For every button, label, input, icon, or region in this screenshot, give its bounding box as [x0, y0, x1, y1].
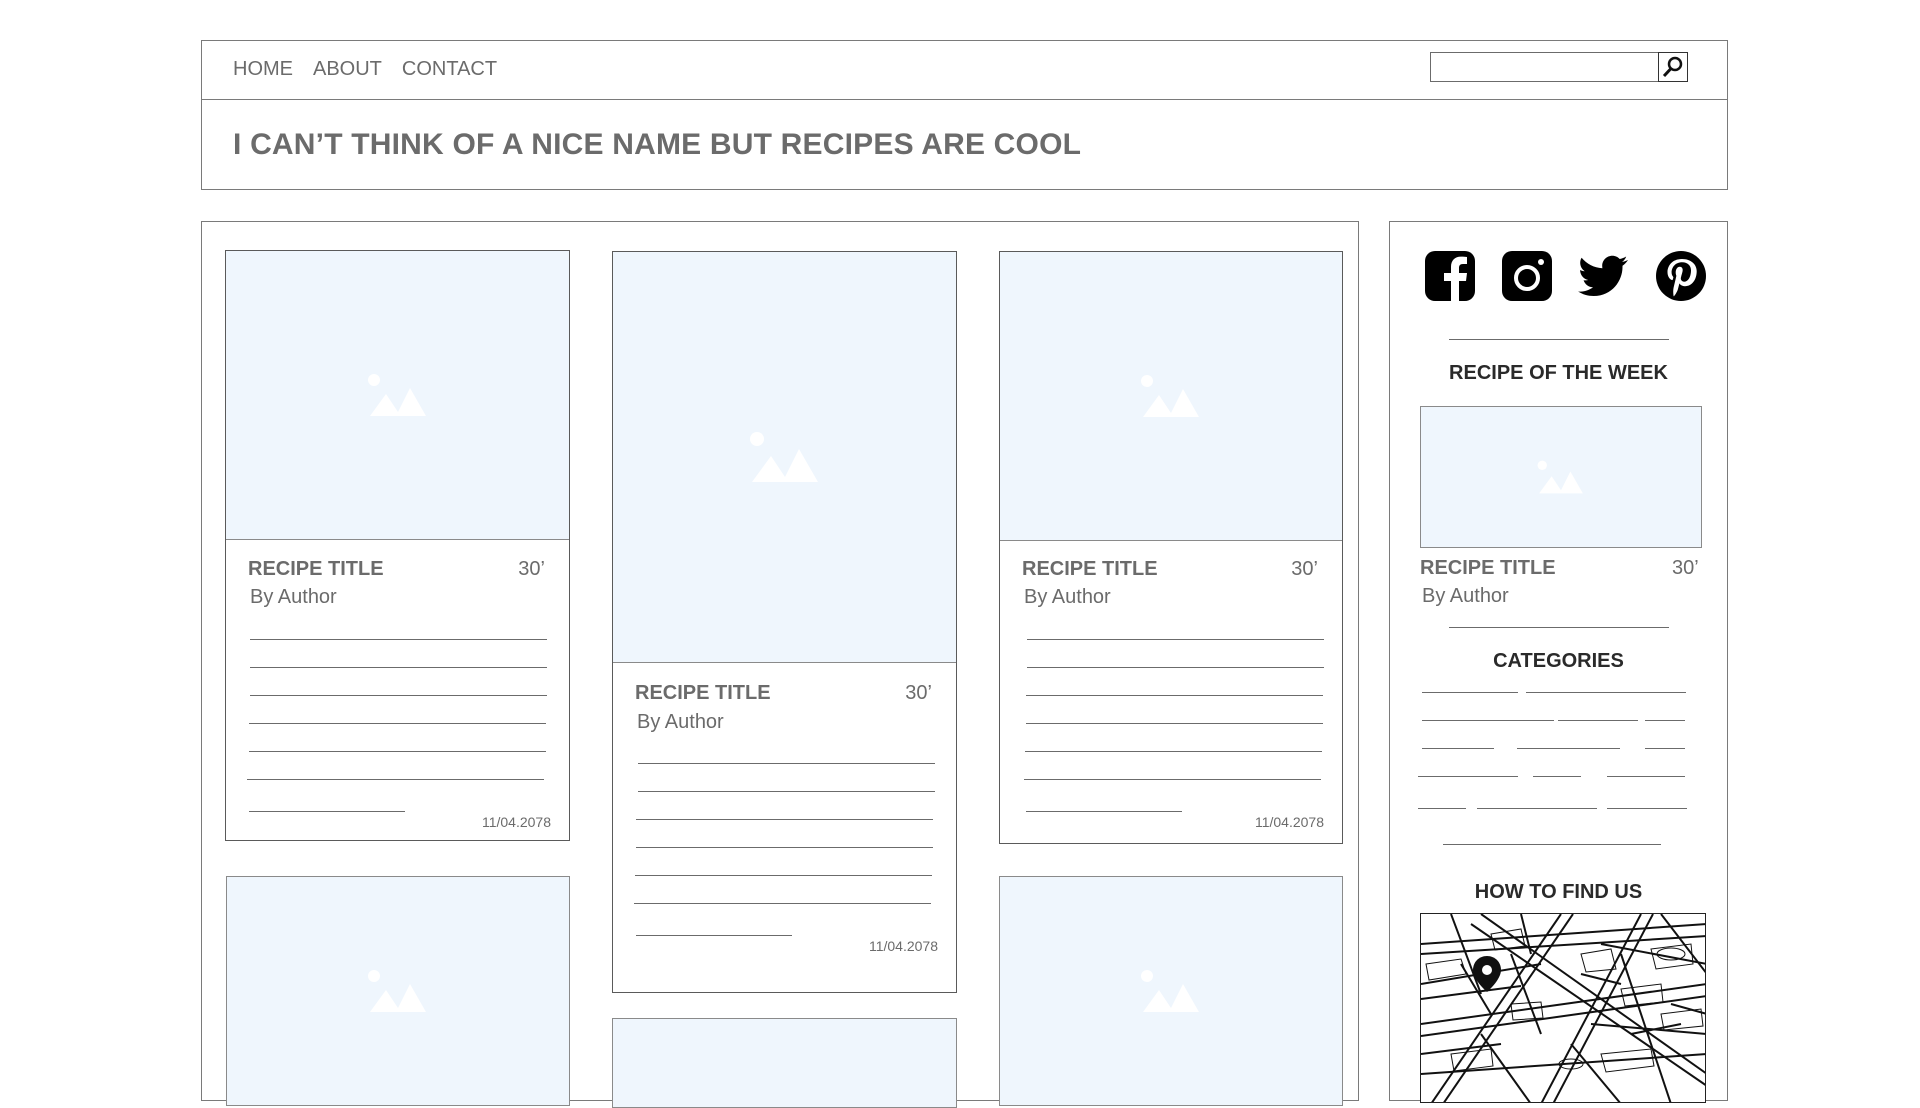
recipe-date: 11/04.2078: [481, 814, 551, 830]
recipe-author: By Author: [250, 586, 337, 608]
street-map-graphic: [1421, 914, 1705, 1102]
category-link[interactable]: [1645, 748, 1685, 749]
text-line: [635, 875, 932, 876]
recipe-of-week-image[interactable]: [1420, 406, 1702, 548]
header-divider: [201, 99, 1728, 100]
facebook-icon[interactable]: [1424, 250, 1476, 302]
text-line: [250, 667, 547, 668]
categories-heading: CATEGORIES: [1493, 650, 1624, 672]
text-line: [1027, 639, 1324, 640]
recipe-card-image[interactable]: [612, 1018, 957, 1108]
recipe-card-image[interactable]: [226, 876, 570, 1106]
image-placeholder-icon: [749, 432, 818, 482]
category-link[interactable]: [1517, 748, 1620, 749]
recipe-card[interactable]: RECIPE TITLE 30’ By Author 11/04.2078: [612, 251, 957, 993]
category-link[interactable]: [1607, 808, 1687, 809]
recipe-card[interactable]: RECIPE TITLE 30’ By Author 11/04.2078: [999, 251, 1343, 844]
image-placeholder-icon: [1141, 970, 1199, 1012]
category-link[interactable]: [1526, 692, 1686, 693]
search-icon: [1662, 56, 1683, 78]
recipe-date: 11/04.2078: [868, 938, 938, 954]
category-link[interactable]: [1422, 720, 1554, 721]
recipe-title: RECIPE TITLE: [1022, 558, 1158, 580]
recipe-time: 30’: [1291, 558, 1318, 580]
sidebar-divider: [1449, 339, 1669, 340]
text-line: [1025, 751, 1322, 752]
recipe-of-week-author: By Author: [1422, 585, 1509, 607]
nav-about-link[interactable]: ABOUT: [313, 58, 382, 81]
sidebar-divider: [1449, 627, 1669, 628]
text-line: [250, 695, 547, 696]
text-line: [1026, 723, 1323, 724]
text-line: [249, 811, 405, 812]
category-link[interactable]: [1418, 776, 1518, 777]
text-line: [249, 723, 546, 724]
recipe-card[interactable]: RECIPE TITLE 30’ By Author 11/04.2078: [225, 250, 570, 841]
site-title: I CAN’T THINK OF A NICE NAME BUT RECIPES…: [233, 128, 1082, 161]
category-link[interactable]: [1418, 808, 1466, 809]
category-link[interactable]: [1477, 808, 1597, 809]
text-line: [638, 763, 935, 764]
image-placeholder-icon: [367, 374, 426, 416]
category-link[interactable]: [1645, 720, 1685, 721]
location-map[interactable]: [1420, 913, 1706, 1103]
category-link[interactable]: [1558, 720, 1638, 721]
nav-home-link[interactable]: HOME: [233, 58, 293, 81]
recipe-time: 30’: [518, 558, 545, 580]
text-line: [636, 935, 792, 936]
recipe-of-week-time: 30’: [1672, 557, 1699, 579]
recipe-title: RECIPE TITLE: [635, 682, 771, 704]
recipe-image: [1000, 252, 1342, 541]
category-link[interactable]: [1422, 692, 1518, 693]
twitter-icon[interactable]: [1578, 250, 1630, 302]
text-line: [1027, 667, 1324, 668]
image-placeholder-icon: [1141, 375, 1199, 417]
text-line: [1024, 779, 1321, 780]
search-button[interactable]: [1658, 52, 1688, 82]
image-placeholder-icon: [368, 970, 426, 1012]
recipe-image: [613, 252, 956, 663]
text-line: [636, 819, 933, 820]
recipe-date: 11/04.2078: [1254, 814, 1324, 830]
text-line: [636, 847, 933, 848]
nav-contact-link[interactable]: CONTACT: [402, 58, 497, 81]
category-link[interactable]: [1443, 844, 1661, 845]
recipe-author: By Author: [1024, 586, 1111, 608]
category-link[interactable]: [1422, 748, 1494, 749]
text-line: [249, 751, 546, 752]
text-line: [1026, 695, 1323, 696]
pinterest-icon[interactable]: [1655, 250, 1707, 302]
recipe-image: [226, 251, 569, 540]
recipe-of-week-heading: RECIPE OF THE WEEK: [1449, 362, 1668, 384]
recipe-of-week-title[interactable]: RECIPE TITLE: [1420, 557, 1556, 580]
text-line: [247, 779, 544, 780]
search-input[interactable]: [1430, 52, 1660, 82]
recipe-card-image[interactable]: [999, 876, 1343, 1106]
image-placeholder-icon: [1537, 460, 1583, 494]
text-line: [250, 639, 547, 640]
recipe-title: RECIPE TITLE: [248, 558, 384, 580]
text-line: [634, 903, 931, 904]
category-link[interactable]: [1607, 776, 1685, 777]
text-line: [1026, 811, 1182, 812]
instagram-icon[interactable]: [1501, 250, 1553, 302]
recipe-author: By Author: [637, 711, 724, 733]
main-nav: HOME ABOUT CONTACT: [233, 58, 497, 81]
text-line: [638, 791, 935, 792]
recipe-time: 30’: [905, 682, 932, 704]
find-us-heading: HOW TO FIND US: [1474, 881, 1643, 903]
category-link[interactable]: [1533, 776, 1581, 777]
